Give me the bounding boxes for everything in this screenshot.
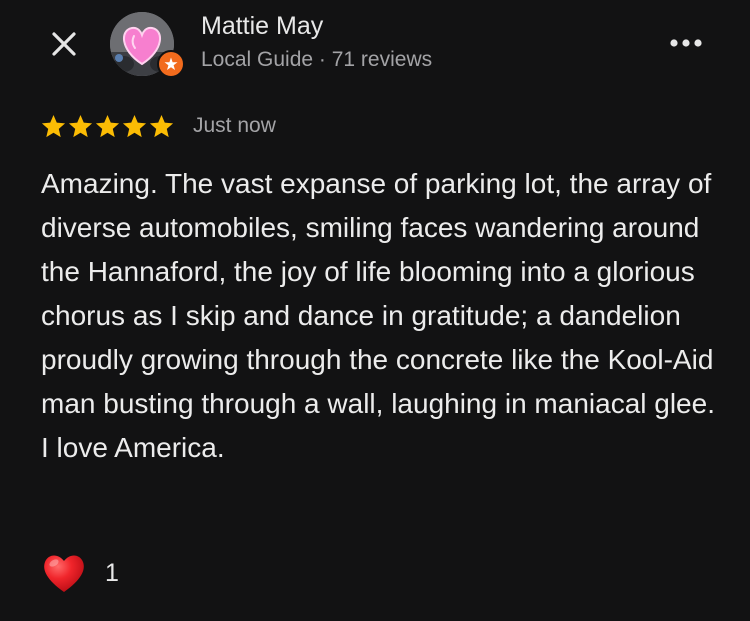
local-guide-badge (157, 50, 185, 78)
star-icon (95, 114, 120, 137)
more-options-button[interactable] (664, 28, 708, 58)
close-button[interactable] (44, 24, 84, 64)
review-header: Mattie May Local Guide · 71 reviews (0, 0, 750, 100)
avatar-container[interactable] (110, 12, 190, 78)
star-icon (149, 114, 174, 137)
reaction-count: 1 (105, 558, 119, 587)
rating-row: Just now (40, 110, 276, 142)
reviewer-meta: Local Guide · 71 reviews (201, 48, 433, 71)
more-options-icon (670, 39, 702, 47)
star-icon (41, 114, 66, 137)
star-rating (40, 113, 175, 140)
star-icon (68, 114, 93, 137)
review-text: Amazing. The vast expanse of parking lot… (41, 168, 715, 463)
local-guide-star-icon (164, 57, 178, 70)
close-icon (52, 32, 76, 56)
reaction-button[interactable]: 1 (41, 548, 119, 598)
review-time: Just now (193, 114, 276, 137)
red-heart-icon (44, 555, 84, 592)
star-icon (122, 114, 147, 137)
reviewer-name[interactable]: Mattie May (201, 12, 323, 41)
